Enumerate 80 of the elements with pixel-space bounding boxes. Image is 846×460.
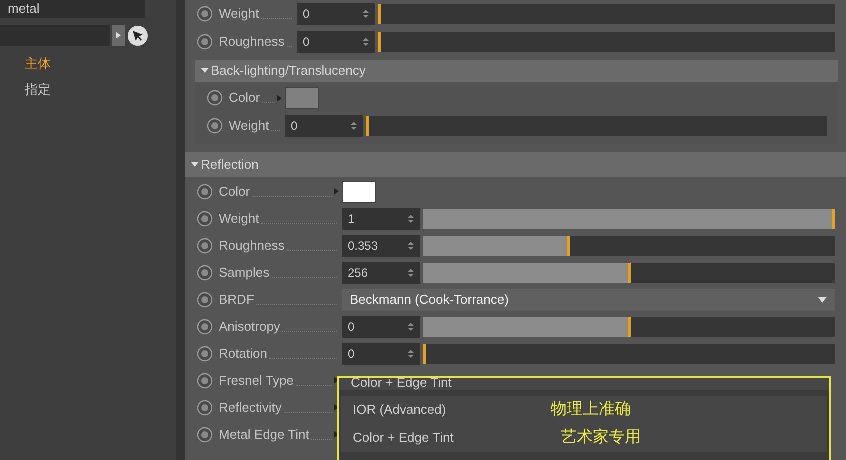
field-label: Fresnel Type: [219, 372, 294, 390]
field-label: Samples: [219, 264, 270, 282]
field-label: Color: [229, 89, 260, 108]
section-title: Reflection: [201, 156, 259, 174]
slider-track[interactable]: [378, 4, 835, 24]
caret-icon: [116, 32, 121, 39]
color-swatch[interactable]: [342, 180, 376, 202]
section-header[interactable]: Back-lighting/Translucency: [195, 60, 838, 82]
spinner-icon[interactable]: [351, 121, 357, 131]
slider-track[interactable]: [423, 236, 835, 256]
slider-track[interactable]: [423, 316, 835, 336]
number-field[interactable]: 1: [342, 208, 420, 230]
radio-icon[interactable]: [197, 264, 213, 280]
radio-icon[interactable]: [197, 400, 213, 416]
field-label: Metal Edge Tint: [219, 426, 310, 444]
slider-track[interactable]: [378, 32, 835, 52]
dropdown-field[interactable]: Beckmann (Cook-Torrance): [342, 288, 835, 310]
sidebar-item[interactable]: 指定: [25, 80, 51, 100]
color-swatch[interactable]: [285, 87, 319, 109]
field-label: Roughness: [219, 236, 285, 255]
number-field[interactable]: 256: [342, 262, 420, 284]
name-field[interactable]: metal: [0, 0, 145, 18]
radio-icon[interactable]: [197, 346, 213, 362]
radio-icon[interactable]: [197, 426, 213, 442]
spinner-icon[interactable]: [408, 214, 414, 224]
field-label: BRDF: [219, 290, 254, 309]
field-label: Reflectivity: [219, 398, 282, 417]
radio-icon[interactable]: [197, 372, 213, 388]
caret-icon: [818, 296, 827, 302]
slider-thumb[interactable]: [366, 116, 369, 136]
slider-thumb[interactable]: [628, 316, 630, 336]
number-field[interactable]: 0: [342, 316, 420, 338]
field-label: Weight: [219, 5, 260, 24]
spinner-icon[interactable]: [408, 240, 414, 250]
menu-item[interactable]: Color + Edge Tint: [341, 428, 551, 448]
radio-icon[interactable]: [197, 184, 213, 200]
number-field[interactable]: 0.353: [342, 234, 420, 256]
expand-triangle-icon[interactable]: [191, 160, 199, 168]
slider-thumb[interactable]: [567, 236, 570, 256]
slider-track[interactable]: [423, 344, 835, 364]
annotation-text: 艺术家专用: [561, 428, 641, 448]
slider-track[interactable]: [423, 262, 835, 282]
number-field[interactable]: 0: [297, 31, 375, 53]
field-label: Rotation: [219, 344, 268, 363]
slider-track[interactable]: [423, 208, 835, 228]
slider-thumb[interactable]: [378, 4, 381, 24]
spinner-icon[interactable]: [408, 348, 414, 358]
field-label: Anisotropy: [219, 318, 280, 336]
number-field[interactable]: 0: [342, 342, 420, 364]
field-label: Color: [219, 182, 250, 201]
spinner-icon[interactable]: [408, 322, 414, 332]
spinner-icon[interactable]: [408, 268, 414, 278]
arrow-button[interactable]: [112, 25, 125, 46]
slider-thumb[interactable]: [378, 32, 381, 52]
radio-icon[interactable]: [197, 318, 213, 334]
expand-triangle-icon[interactable]: [201, 67, 209, 75]
slider-thumb[interactable]: [423, 344, 426, 364]
radio-icon[interactable]: [197, 292, 213, 308]
radio-icon[interactable]: [207, 90, 223, 106]
slider-thumb[interactable]: [628, 262, 630, 282]
section-header[interactable]: Reflection: [185, 152, 846, 177]
radio-icon[interactable]: [197, 238, 213, 254]
sidebar-item[interactable]: 主体: [25, 54, 51, 74]
radio-icon[interactable]: [197, 210, 213, 226]
annotation-text: 物理上准确: [551, 400, 631, 420]
spinner-icon[interactable]: [363, 9, 369, 19]
radio-icon[interactable]: [197, 6, 213, 22]
field-label: Weight: [229, 117, 270, 136]
radio-icon[interactable]: [197, 34, 213, 50]
spinner-icon[interactable]: [363, 37, 369, 47]
slider-thumb[interactable]: [832, 208, 835, 228]
radio-icon[interactable]: [207, 118, 223, 134]
section-title: Back-lighting/Translucency: [211, 62, 366, 80]
field-label: Weight: [219, 210, 260, 228]
field-label: Roughness: [219, 33, 285, 52]
menu-item[interactable]: IOR (Advanced): [341, 400, 551, 420]
pointer-icon[interactable]: [128, 26, 148, 46]
number-field[interactable]: 0: [285, 115, 363, 137]
slider-track[interactable]: [366, 116, 827, 136]
number-field[interactable]: 0: [297, 3, 375, 25]
